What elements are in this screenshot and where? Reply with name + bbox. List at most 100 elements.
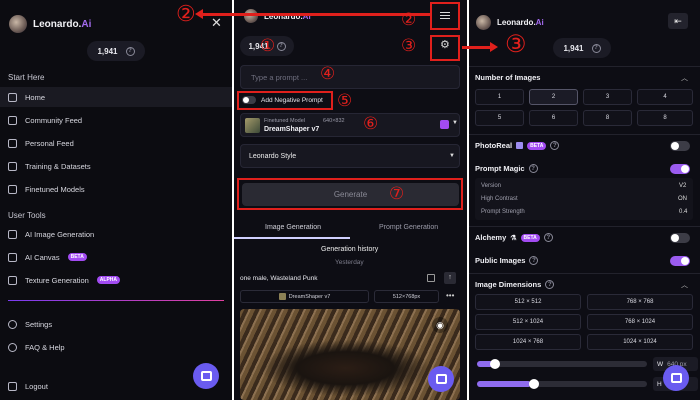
help-circle-icon bbox=[8, 342, 17, 352]
history-model: DreamShaper v7 bbox=[288, 293, 331, 300]
brand-logo[interactable]: Leonardo.Ai bbox=[476, 15, 544, 30]
sidebar-item-label: Logout bbox=[25, 381, 48, 391]
help-icon[interactable]: ? bbox=[591, 43, 601, 53]
high-contrast-value[interactable]: ON bbox=[678, 196, 687, 202]
sidebar-item-personal-feed[interactable]: Personal Feed bbox=[0, 133, 232, 153]
help-icon[interactable]: ? bbox=[276, 41, 286, 51]
dimension-value: 512 × 1024 bbox=[512, 319, 544, 325]
height-slider[interactable] bbox=[477, 379, 647, 389]
num-images-option[interactable]: 3 bbox=[583, 89, 632, 105]
sidebar-item-settings[interactable]: Settings bbox=[0, 314, 232, 334]
alchemy-toggle[interactable] bbox=[670, 233, 690, 243]
alchemy-row: Alchemy ⚗ BETA ? bbox=[475, 233, 553, 242]
height-slider-handle[interactable] bbox=[529, 379, 539, 389]
avatar bbox=[476, 15, 491, 30]
public-images-toggle[interactable] bbox=[670, 256, 690, 266]
prompt-magic-row: Prompt Magic ? bbox=[475, 164, 538, 173]
num-images-option[interactable]: 4 bbox=[637, 89, 693, 105]
sidebar-item-texture-generation[interactable]: Texture Generation ALPHA bbox=[0, 270, 232, 290]
credits-count: 1,941 bbox=[563, 43, 584, 53]
num-images-option[interactable]: 6 bbox=[529, 110, 578, 126]
help-icon[interactable]: ? bbox=[545, 280, 555, 289]
photoreal-icon bbox=[516, 142, 524, 149]
avatar bbox=[9, 15, 27, 33]
chat-button[interactable] bbox=[193, 363, 219, 389]
style-selector[interactable]: Leonardo Style ▼ bbox=[240, 144, 460, 168]
brand-logo[interactable]: Leonardo.Ai bbox=[9, 15, 91, 33]
sidebar-item-label: Community Feed bbox=[25, 115, 83, 125]
dimension-option[interactable]: 512 × 1024 bbox=[475, 314, 581, 330]
dimension-value: 768 × 768 bbox=[626, 299, 654, 305]
help-icon[interactable]: ? bbox=[125, 46, 135, 56]
prompt-strength-value[interactable]: 0.4 bbox=[679, 209, 687, 215]
chevron-up-icon[interactable]: ︿ bbox=[681, 280, 688, 290]
photoreal-toggle[interactable] bbox=[670, 141, 690, 151]
style-name: Leonardo Style bbox=[249, 153, 297, 160]
generator-tabs: Image Generation Prompt Generation bbox=[234, 219, 467, 239]
width-slider[interactable] bbox=[477, 359, 647, 369]
arrow-up-button[interactable]: ↑ bbox=[444, 272, 456, 284]
sidebar-item-ai-canvas[interactable]: AI Canvas BETA bbox=[0, 247, 232, 267]
prompt-magic-toggle[interactable] bbox=[670, 164, 690, 174]
chevron-up-icon[interactable]: ︿ bbox=[681, 73, 688, 83]
magic-version-value[interactable]: V2 bbox=[679, 183, 686, 189]
num-images-option[interactable]: 2 bbox=[529, 89, 578, 105]
more-icon[interactable]: ••• bbox=[446, 291, 454, 300]
flask-icon: ⚗ bbox=[510, 234, 517, 242]
sidebar-item-faq[interactable]: FAQ & Help bbox=[0, 337, 232, 357]
dimension-option[interactable]: 768 × 1024 bbox=[587, 314, 693, 330]
dimension-option[interactable]: 1024 × 1024 bbox=[587, 334, 693, 350]
help-icon[interactable]: ? bbox=[543, 233, 553, 242]
width-slider-handle[interactable] bbox=[490, 359, 500, 369]
dimension-option[interactable]: 768 × 768 bbox=[587, 294, 693, 310]
sidebar-item-label: Settings bbox=[25, 319, 53, 329]
collapse-panel-button[interactable]: ⇤ bbox=[668, 13, 688, 29]
sidebar-item-label: Texture Generation bbox=[25, 275, 89, 285]
copy-icon[interactable] bbox=[427, 274, 435, 282]
chat-button[interactable] bbox=[663, 365, 689, 391]
generated-image[interactable]: ◉ bbox=[240, 309, 460, 400]
avatar bbox=[244, 9, 258, 23]
credits-pill[interactable]: 1,941 ? bbox=[87, 41, 145, 61]
number-of-images-label: Number of Images bbox=[475, 73, 541, 82]
tab-prompt-generation[interactable]: Prompt Generation bbox=[379, 224, 438, 231]
brand-logo[interactable]: Leonardo.Ai bbox=[244, 9, 311, 23]
chat-icon bbox=[200, 371, 212, 381]
dimension-value: 1024 × 1024 bbox=[623, 339, 657, 345]
help-icon[interactable]: ? bbox=[528, 164, 538, 173]
sidebar-item-community-feed[interactable]: Community Feed bbox=[0, 110, 232, 130]
sidebar-item-training[interactable]: Training & Datasets bbox=[0, 156, 232, 176]
help-icon[interactable]: ? bbox=[550, 141, 560, 150]
image-dimensions-label: Image Dimensions bbox=[475, 280, 542, 289]
sidebar-item-label: AI Image Generation bbox=[25, 229, 95, 239]
credits-count: 1,941 bbox=[97, 46, 118, 56]
close-icon[interactable]: ✕ bbox=[211, 16, 222, 29]
dimension-option[interactable]: 512 × 512 bbox=[475, 294, 581, 310]
credits-pill[interactable]: 1,941 ? bbox=[553, 38, 611, 58]
height-label: H bbox=[657, 380, 662, 388]
prompt-input[interactable]: Type a prompt ... bbox=[240, 65, 460, 89]
help-icon[interactable]: ? bbox=[529, 256, 539, 265]
annotation-box-negative-prompt bbox=[237, 91, 333, 110]
tab-image-generation[interactable]: Image Generation bbox=[265, 224, 321, 231]
sidebar-item-ai-image-generation[interactable]: AI Image Generation bbox=[0, 224, 232, 244]
public-images-label: Public Images bbox=[475, 256, 526, 265]
eye-icon[interactable]: ◉ bbox=[432, 317, 448, 333]
num-images-value: 1 bbox=[497, 94, 502, 100]
sidebar-item-finetuned-models[interactable]: Finetuned Models bbox=[0, 179, 232, 199]
num-images-option[interactable]: 1 bbox=[475, 89, 524, 105]
num-images-option[interactable]: 8 bbox=[637, 110, 693, 126]
model-thumbnail bbox=[245, 118, 260, 133]
sidebar-item-home[interactable]: Home bbox=[0, 87, 232, 107]
chat-button[interactable] bbox=[428, 366, 454, 392]
annotation-2-left: ② bbox=[176, 2, 196, 27]
brand-name: Leonardo.Ai bbox=[497, 18, 544, 27]
num-images-option[interactable]: 5 bbox=[475, 110, 524, 126]
num-images-option[interactable]: 8 bbox=[583, 110, 632, 126]
model-selector[interactable]: Finetuned Model 640×832 DreamShaper v7 ▼ bbox=[240, 113, 460, 137]
model-size: 640×832 bbox=[323, 118, 345, 124]
history-size: 512×768px bbox=[392, 293, 421, 300]
annotation-5: ⑤ bbox=[337, 91, 353, 111]
prompt-strength-label: Prompt Strength bbox=[481, 209, 525, 215]
dimension-option[interactable]: 1024 × 768 bbox=[475, 334, 581, 350]
